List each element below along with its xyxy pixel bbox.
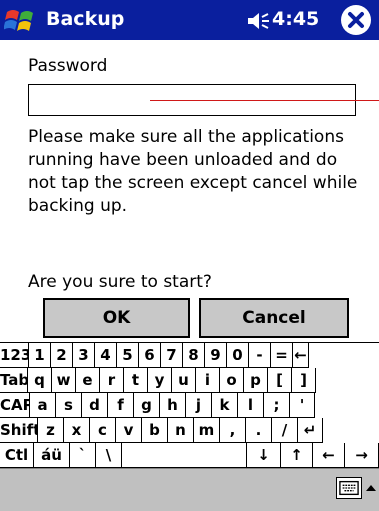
key-b[interactable]: b — [142, 418, 168, 443]
key-x[interactable]: x — [64, 418, 90, 443]
key-comma[interactable]: , — [220, 418, 246, 443]
key-minus[interactable]: - — [249, 343, 271, 368]
key-slash[interactable]: / — [272, 418, 298, 443]
key-r[interactable]: r — [100, 368, 124, 393]
key-backslash[interactable]: \ — [96, 443, 122, 468]
key-e[interactable]: e — [76, 368, 100, 393]
windows-start-icon[interactable] — [4, 4, 38, 38]
keyboard-row-5: Ctl áü ` \ ↓ ↑ ← → — [0, 443, 379, 468]
key-shift[interactable]: Shift — [0, 418, 38, 443]
key-left[interactable]: ← — [313, 443, 345, 468]
soft-keyboard: 1231234567890-=← Tabqwertyuiop[] CAPasdf… — [0, 342, 379, 468]
key-international[interactable]: áü — [34, 443, 70, 468]
key-m[interactable]: m — [194, 418, 220, 443]
bottom-bar — [0, 468, 379, 511]
key-6[interactable]: 6 — [139, 343, 161, 368]
key-8[interactable]: 8 — [183, 343, 205, 368]
key-p[interactable]: p — [244, 368, 268, 393]
key-right[interactable]: → — [345, 443, 379, 468]
password-label: Password — [28, 56, 108, 76]
ink-stroke — [150, 100, 379, 101]
close-button[interactable] — [341, 5, 371, 35]
key-w[interactable]: w — [52, 368, 76, 393]
keyboard-icon[interactable] — [336, 477, 362, 499]
key-v[interactable]: v — [116, 418, 142, 443]
key-y[interactable]: y — [148, 368, 172, 393]
keyboard-row-1: 123 1 2 3 4 5 6 7 8 9 0- = ← — [0, 343, 379, 368]
key-up[interactable]: ↑ — [281, 443, 313, 468]
key-9[interactable]: 9 — [205, 343, 227, 368]
key-j[interactable]: j — [186, 393, 212, 418]
key-4[interactable]: 4 — [95, 343, 117, 368]
app-title: Backup — [46, 8, 125, 30]
key-ctrl[interactable]: Ctl — [0, 443, 34, 468]
key-close-bracket[interactable]: ] — [292, 368, 316, 393]
clock[interactable]: 4:45 — [272, 8, 319, 30]
key-n[interactable]: n — [168, 418, 194, 443]
key-down[interactable]: ↓ — [247, 443, 281, 468]
key-k[interactable]: k — [212, 393, 238, 418]
key-period[interactable]: . — [246, 418, 272, 443]
key-enter[interactable]: ↵ — [298, 418, 323, 443]
key-c[interactable]: c — [90, 418, 116, 443]
key-equals[interactable]: = — [271, 343, 293, 368]
key-apostrophe[interactable]: ' — [290, 393, 315, 418]
key-2[interactable]: 2 — [51, 343, 73, 368]
key-l[interactable]: l — [238, 393, 264, 418]
key-z[interactable]: z — [38, 418, 64, 443]
key-3[interactable]: 3 — [73, 343, 95, 368]
close-icon — [348, 12, 364, 28]
confirm-question: Are you sure to start? — [28, 272, 212, 292]
key-caps-lock[interactable]: CAP — [0, 393, 30, 418]
key-t[interactable]: t — [124, 368, 148, 393]
key-g[interactable]: g — [134, 393, 160, 418]
key-q[interactable]: q — [28, 368, 52, 393]
key-backtick[interactable]: ` — [70, 443, 96, 468]
ok-button[interactable]: OK — [43, 298, 190, 338]
key-5[interactable]: 5 — [117, 343, 139, 368]
key-0[interactable]: 0 — [227, 343, 249, 368]
key-semicolon[interactable]: ; — [264, 393, 290, 418]
keyboard-row-2: Tab q w e r t y u i o p[] — [0, 368, 379, 393]
keyboard-row-3: CAPasdfghjkl;' — [0, 393, 379, 418]
keyboard-row-4: Shift z x c v b n m,. / ↵ — [0, 418, 379, 443]
key-numeric-toggle[interactable]: 123 — [0, 343, 29, 368]
key-tab[interactable]: Tab — [0, 368, 28, 393]
key-7[interactable]: 7 — [161, 343, 183, 368]
key-u[interactable]: u — [172, 368, 196, 393]
title-bar: Backup 4:45 — [0, 0, 379, 40]
key-f[interactable]: f — [108, 393, 134, 418]
key-1[interactable]: 1 — [29, 343, 51, 368]
notice-text: Please make sure all the applications ru… — [28, 127, 358, 216]
key-a[interactable]: a — [30, 393, 56, 418]
key-backspace[interactable]: ← — [293, 343, 309, 368]
speaker-icon[interactable] — [246, 12, 270, 30]
key-space[interactable] — [122, 443, 247, 468]
key-h[interactable]: h — [160, 393, 186, 418]
key-open-bracket[interactable]: [ — [268, 368, 292, 393]
sip-menu-arrow-icon[interactable] — [364, 479, 378, 497]
key-o[interactable]: o — [220, 368, 244, 393]
key-d[interactable]: d — [82, 393, 108, 418]
key-s[interactable]: s — [56, 393, 82, 418]
key-i[interactable]: i — [196, 368, 220, 393]
cancel-button[interactable]: Cancel — [199, 298, 349, 338]
